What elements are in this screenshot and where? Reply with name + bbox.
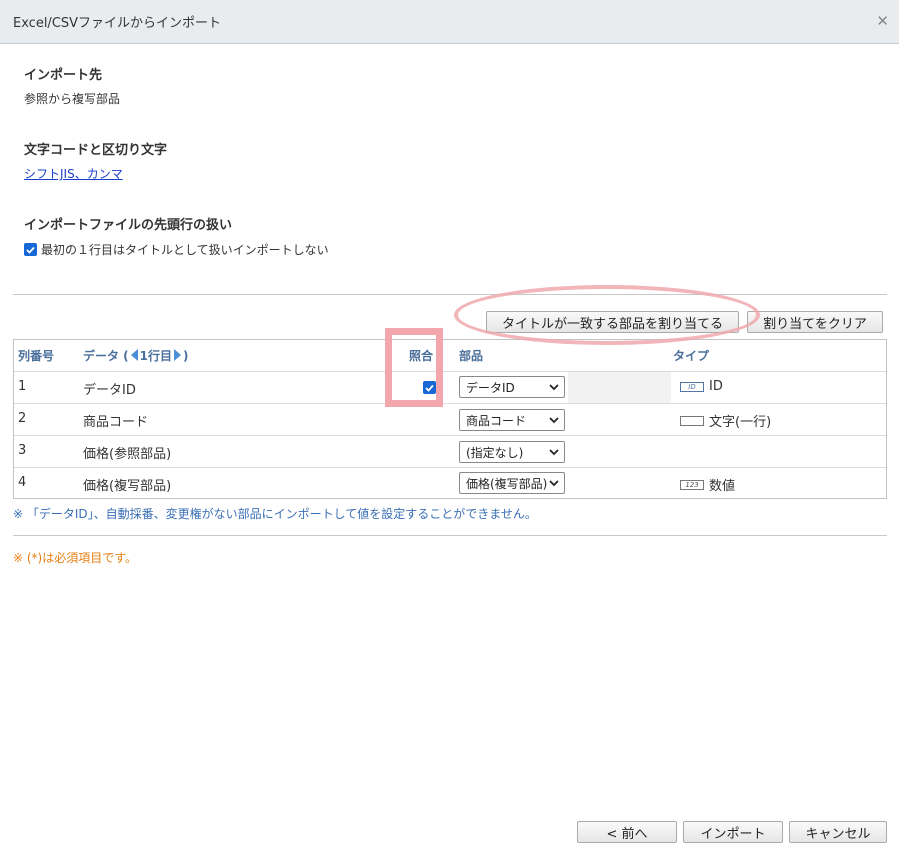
- first-row-checkbox-label: 最初の１行目はタイトルとして扱いインポートしない: [41, 243, 329, 257]
- type-cell: ID ID: [680, 379, 723, 394]
- divider: [13, 535, 887, 536]
- close-icon[interactable]: ✕: [876, 12, 889, 30]
- prev-row-icon[interactable]: [130, 349, 138, 361]
- encoding-heading: 文字コードと区切り文字: [24, 143, 168, 158]
- type-label: ID: [709, 379, 723, 394]
- table-row: 3 価格(参照部品) (指定なし): [14, 436, 886, 468]
- header-data-row: 1行目: [139, 349, 173, 363]
- first-row-checkbox[interactable]: [24, 243, 37, 256]
- first-row-option: 最初の１行目はタイトルとして扱いインポートしない: [24, 241, 329, 258]
- cancel-button[interactable]: キャンセル: [789, 821, 887, 843]
- row-data: データID: [83, 383, 136, 398]
- table-row: 4 価格(複写部品) 価格(複写部品) 123 数値: [14, 468, 886, 500]
- row-data: 商品コード: [83, 415, 149, 430]
- required-note: ※ (*)は必須項目です。: [13, 551, 138, 565]
- part-select[interactable]: (指定なし): [459, 441, 565, 463]
- highlight-box: [385, 328, 443, 407]
- chevron-down-icon: [549, 417, 559, 424]
- highlight-ellipse: [454, 285, 760, 345]
- row-no: 1: [18, 379, 27, 394]
- id-type-icon: ID: [680, 381, 704, 392]
- import-target-heading: インポート先: [24, 68, 103, 83]
- part-select[interactable]: データID: [459, 376, 565, 398]
- row-no: 2: [18, 411, 27, 426]
- header-part: 部品: [459, 349, 484, 363]
- header-data-suffix: ): [183, 349, 189, 363]
- part-select-value: 商品コード: [466, 413, 527, 428]
- part-select-value: (指定なし): [466, 445, 524, 460]
- table-row: 1 データID データID ID ID: [14, 372, 886, 404]
- type-cell: 123 数値: [680, 475, 735, 494]
- import-target-value: 参照から複写部品: [24, 92, 121, 106]
- dialog-titlebar: Excel/CSVファイルからインポート ✕: [0, 0, 899, 44]
- row-gray-area: [568, 372, 671, 403]
- row-no: 3: [18, 443, 27, 458]
- chevron-down-icon: [549, 384, 559, 391]
- mapping-table: 列番号 データ (1行目) 照合 部品 タイプ 1 データID データID ID…: [13, 339, 887, 499]
- chevron-down-icon: [549, 449, 559, 456]
- import-button[interactable]: インポート: [683, 821, 783, 843]
- type-label: 数値: [709, 479, 736, 494]
- number-type-icon: 123: [680, 479, 704, 490]
- clear-assignment-button[interactable]: 割り当てをクリア: [747, 311, 883, 333]
- next-row-icon[interactable]: [174, 349, 182, 361]
- import-warning-note: ※ 「データID」、自動採番、変更権がない部品にインポートして値を設定することが…: [13, 507, 537, 521]
- part-select[interactable]: 価格(複写部品): [459, 472, 565, 494]
- text-line-type-icon: [680, 415, 704, 426]
- type-cell: 文字(一行): [680, 411, 771, 430]
- encoding-link[interactable]: シフトJIS、カンマ: [24, 167, 123, 181]
- row-no: 4: [18, 475, 27, 490]
- header-data: データ ( 1行目): [83, 347, 189, 364]
- part-select-value: データID: [466, 380, 515, 395]
- dialog-title: Excel/CSVファイルからインポート: [13, 16, 222, 31]
- type-label: 文字(一行): [709, 415, 772, 430]
- header-data-prefix: データ (: [83, 349, 129, 363]
- table-header-row: 列番号 データ (1行目) 照合 部品 タイプ: [14, 340, 886, 372]
- table-row: 2 商品コード 商品コード 文字(一行): [14, 404, 886, 436]
- back-button[interactable]: < 前へ: [577, 821, 677, 843]
- part-select-value: 価格(複写部品): [466, 476, 548, 491]
- header-col-no: 列番号: [18, 349, 55, 363]
- row-data: 価格(参照部品): [83, 447, 172, 462]
- chevron-down-icon: [549, 480, 559, 487]
- header-type: タイプ: [673, 349, 710, 363]
- row-data: 価格(複写部品): [83, 479, 172, 494]
- first-row-heading: インポートファイルの先頭行の扱い: [24, 218, 233, 233]
- part-select[interactable]: 商品コード: [459, 409, 565, 431]
- divider: [13, 294, 887, 295]
